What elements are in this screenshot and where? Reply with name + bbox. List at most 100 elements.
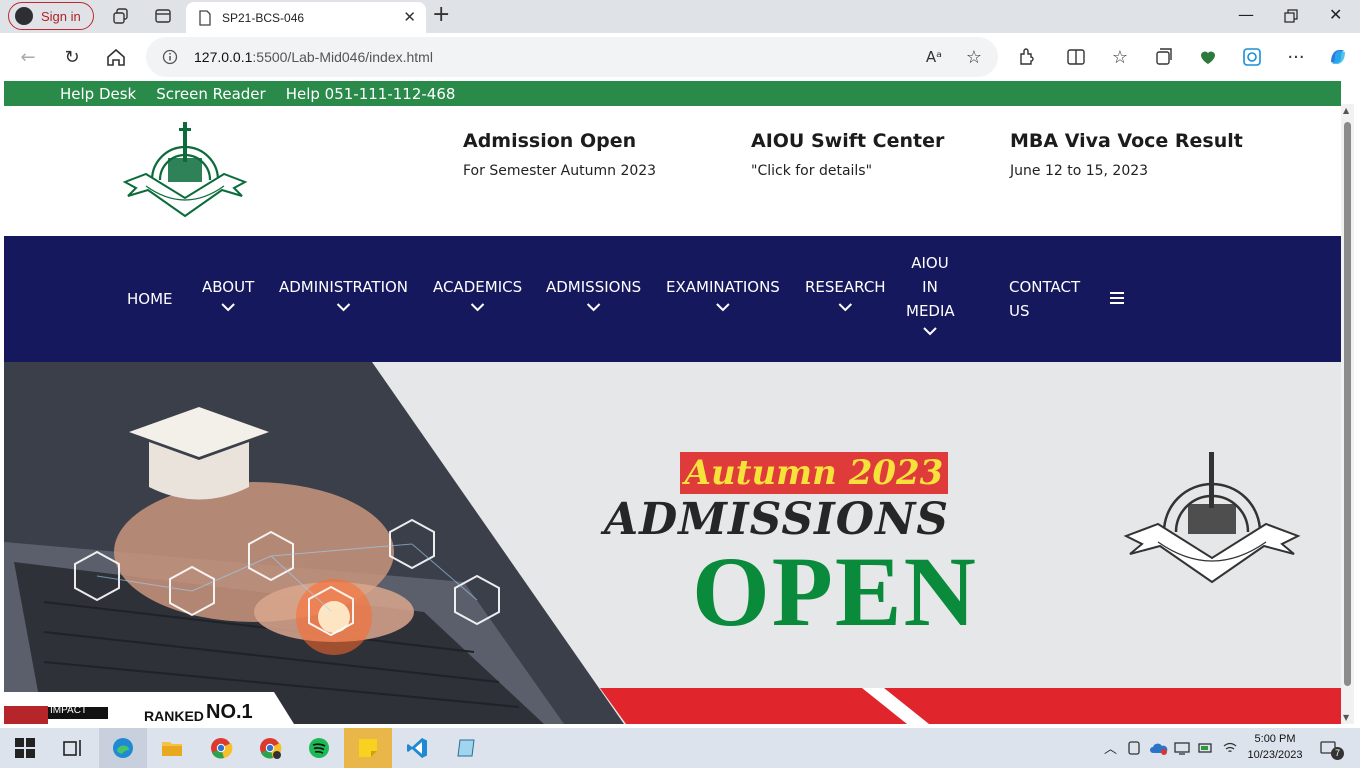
browser-essentials-icon[interactable] bbox=[1197, 46, 1219, 68]
impact-label: IMPACT bbox=[50, 705, 88, 716]
nav-research[interactable]: RESEARCH bbox=[805, 275, 886, 319]
nav-contact-us[interactable]: CONTACT US bbox=[1009, 275, 1080, 323]
extensions-icon[interactable] bbox=[1016, 46, 1038, 68]
scroll-up-icon[interactable]: ▲ bbox=[1343, 106, 1349, 115]
nav-home[interactable]: HOME bbox=[127, 287, 173, 311]
system-clock[interactable]: 5:00 PM 10/23/2023 bbox=[1240, 731, 1310, 763]
restore-icon[interactable] bbox=[1284, 9, 1298, 23]
chevron-down-icon bbox=[838, 303, 853, 312]
sticky-notes-icon[interactable] bbox=[356, 736, 380, 760]
more-options-icon[interactable]: ··· bbox=[1285, 46, 1307, 68]
nav-academics-label: ACADEMICS bbox=[433, 278, 523, 296]
viva-result-title: MBA Viva Voce Result bbox=[1010, 130, 1243, 152]
screen-reader-link[interactable]: Screen Reader bbox=[156, 85, 265, 103]
notifications-badge: 7 bbox=[1331, 747, 1344, 760]
nav-examinations-label: EXAMINATIONS bbox=[666, 278, 780, 296]
nav-contact-label-1: CONTACT bbox=[1009, 278, 1081, 296]
back-icon[interactable]: ← bbox=[17, 46, 39, 68]
main-navigation: HOME ABOUT ADMINISTRATION ACADEMICS ADMI… bbox=[4, 236, 1341, 362]
new-tab-button[interactable]: + bbox=[432, 2, 450, 27]
chrome-icon[interactable] bbox=[209, 736, 233, 760]
workspaces-icon[interactable] bbox=[112, 7, 130, 25]
help-phone-link[interactable]: Help 051-111-112-468 bbox=[286, 85, 456, 103]
onedrive-icon[interactable] bbox=[1150, 740, 1168, 756]
home-icon[interactable] bbox=[105, 46, 127, 68]
no1-label: NO.1 bbox=[206, 701, 253, 723]
nav-about[interactable]: ABOUT bbox=[202, 275, 254, 319]
chevron-down-icon bbox=[923, 327, 937, 336]
profile-avatar-icon bbox=[15, 7, 33, 25]
nav-admissions[interactable]: ADMISSIONS bbox=[546, 275, 641, 319]
header-swift-center[interactable]: AIOU Swift Center "Click for details" bbox=[751, 130, 944, 179]
nav-administration[interactable]: ADMINISTRATION bbox=[279, 275, 408, 319]
display-icon[interactable] bbox=[1174, 740, 1190, 756]
aiou-logo[interactable] bbox=[122, 118, 248, 222]
chevron-down-icon bbox=[221, 303, 235, 312]
hero-banner[interactable]: Autumn 2023 ADMISSIONS OPEN IMPACT RANKE… bbox=[4, 362, 1341, 724]
copilot-icon[interactable] bbox=[1327, 46, 1349, 68]
notepad-icon[interactable] bbox=[454, 736, 478, 760]
chevron-down-icon bbox=[716, 303, 730, 312]
device-icon[interactable] bbox=[1126, 740, 1142, 756]
spotify-icon[interactable] bbox=[307, 736, 331, 760]
read-aloud-icon[interactable]: Aᵃ bbox=[923, 46, 945, 68]
nav-admissions-label: ADMISSIONS bbox=[546, 278, 642, 296]
favorites-icon[interactable]: ☆ bbox=[1109, 46, 1131, 68]
site-header: Admission Open For Semester Autumn 2023 … bbox=[4, 106, 1341, 236]
edge-browser-icon[interactable] bbox=[111, 736, 135, 760]
nav-media-label-2: IN bbox=[922, 278, 938, 296]
tab-title: SP21-BCS-046 bbox=[222, 10, 305, 25]
utility-bar: Help Desk Screen Reader Help 051-111-112… bbox=[4, 81, 1341, 106]
file-explorer-icon[interactable] bbox=[160, 736, 184, 760]
favorite-star-icon[interactable]: ☆ bbox=[963, 46, 985, 68]
chevron-down-icon bbox=[470, 303, 485, 312]
close-tab-icon[interactable]: ✕ bbox=[403, 8, 416, 26]
nav-academics[interactable]: ACADEMICS bbox=[433, 275, 522, 319]
page-viewport: Help Desk Screen Reader Help 051-111-112… bbox=[4, 81, 1341, 724]
task-view-icon[interactable] bbox=[61, 736, 85, 760]
chrome-profile-icon[interactable] bbox=[258, 736, 282, 760]
hamburger-menu-icon[interactable] bbox=[1110, 292, 1124, 305]
nav-examinations[interactable]: EXAMINATIONS bbox=[666, 275, 780, 319]
nav-aiou-in-media[interactable]: AIOU IN MEDIA bbox=[906, 251, 955, 343]
admission-title: Admission Open bbox=[463, 130, 637, 152]
address-bar[interactable]: 127.0.0.1:5500/Lab-Mid046/index.html bbox=[146, 37, 998, 77]
sign-in-button[interactable]: Sign in bbox=[8, 2, 94, 30]
address-host: 127.0.0.1 bbox=[194, 49, 253, 65]
sign-in-label: Sign in bbox=[41, 8, 81, 24]
nav-research-label: RESEARCH bbox=[805, 278, 886, 296]
edge-bar-icon[interactable] bbox=[1241, 46, 1263, 68]
clock-date: 10/23/2023 bbox=[1247, 749, 1303, 761]
nav-media-label-3: MEDIA bbox=[906, 302, 955, 320]
viva-result-subtitle: June 12 to 15, 2023 bbox=[1010, 163, 1149, 179]
site-info-icon[interactable] bbox=[162, 49, 178, 65]
vertical-scrollbar[interactable]: ▲ ▼ bbox=[1341, 104, 1354, 724]
open-heading: OPEN bbox=[692, 536, 978, 647]
windows-start-icon[interactable] bbox=[13, 736, 37, 760]
minimize-icon[interactable]: — bbox=[1238, 5, 1254, 24]
header-viva-result[interactable]: MBA Viva Voce Result June 12 to 15, 2023 bbox=[1010, 130, 1243, 179]
split-screen-icon[interactable] bbox=[1065, 46, 1087, 68]
tab-strip: Sign in SP21-BCS-046 ✕ + — ✕ bbox=[0, 0, 1360, 33]
scrollbar-thumb[interactable] bbox=[1344, 122, 1351, 686]
chevron-down-icon bbox=[586, 303, 601, 312]
nav-media-label-1: AIOU bbox=[911, 254, 949, 272]
help-desk-link[interactable]: Help Desk bbox=[60, 85, 136, 103]
page-icon bbox=[199, 9, 211, 26]
close-window-icon[interactable]: ✕ bbox=[1329, 5, 1342, 24]
wifi-icon[interactable] bbox=[1222, 740, 1238, 756]
show-hidden-icons-icon[interactable]: ︿ bbox=[1104, 738, 1117, 757]
tab-actions-icon[interactable] bbox=[154, 7, 172, 25]
battery-icon[interactable] bbox=[1198, 740, 1214, 756]
header-admission[interactable]: Admission Open For Semester Autumn 2023 bbox=[463, 130, 656, 179]
nav-contact-label-2: US bbox=[1009, 302, 1030, 320]
nav-about-label: ABOUT bbox=[202, 278, 255, 296]
vscode-icon[interactable] bbox=[405, 736, 429, 760]
clock-time: 5:00 PM bbox=[1254, 733, 1296, 745]
swift-center-title: AIOU Swift Center bbox=[751, 130, 945, 152]
scroll-down-icon[interactable]: ▼ bbox=[1343, 713, 1349, 722]
refresh-icon[interactable]: ↻ bbox=[61, 46, 83, 68]
swift-center-subtitle: "Click for details" bbox=[751, 163, 873, 179]
collections-icon[interactable] bbox=[1153, 46, 1175, 68]
browser-tab[interactable]: SP21-BCS-046 ✕ bbox=[186, 2, 426, 33]
